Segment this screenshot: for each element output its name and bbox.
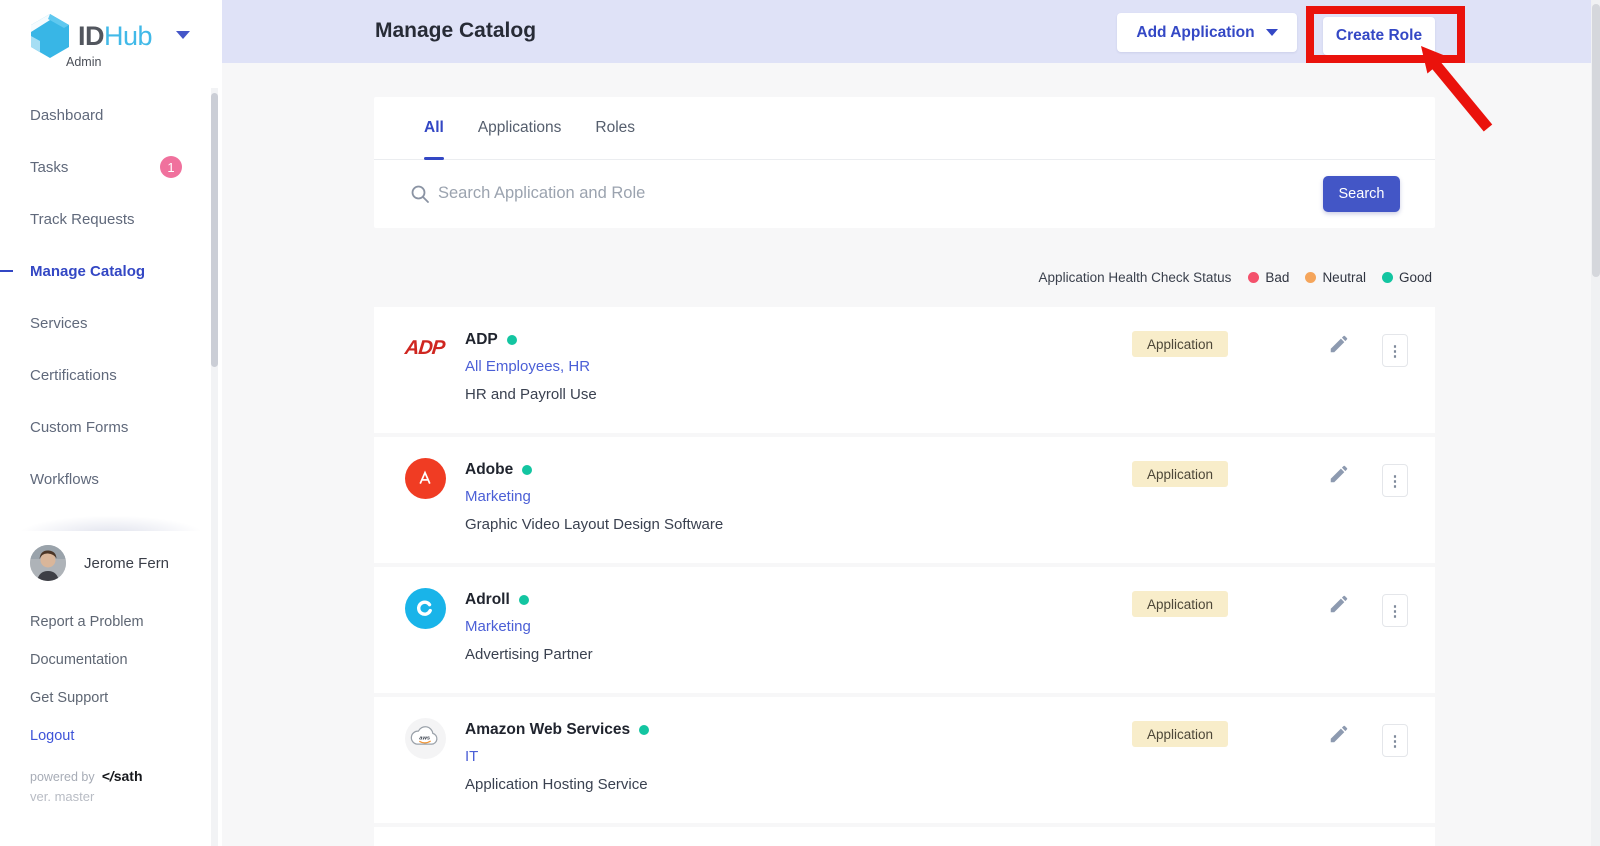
adroll-logo — [403, 586, 447, 630]
type-badge: Application — [1132, 721, 1228, 747]
sidebar-nav: Dashboard Tasks 1 Track Requests Manage … — [0, 89, 222, 505]
sidebar-item-track-requests[interactable]: Track Requests — [0, 193, 222, 245]
page-scrollbar-thumb[interactable] — [1592, 4, 1600, 277]
type-badge: Application — [1132, 461, 1228, 487]
edit-pencil-icon[interactable] — [1328, 463, 1350, 485]
application-row: Adroll Marketing Advertising Partner App… — [374, 567, 1435, 693]
application-list: ADP ADP All Employees, HR HR and Payroll… — [374, 307, 1435, 827]
application-row: Adobe Marketing Graphic Video Layout Des… — [374, 437, 1435, 563]
sidebar-item-dashboard[interactable]: Dashboard — [0, 89, 222, 141]
application-description: Advertising Partner — [465, 646, 593, 663]
aws-logo: aws — [403, 716, 447, 760]
application-name: ADP — [465, 331, 498, 349]
application-row: aws Amazon Web Services IT Application H… — [374, 697, 1435, 823]
application-row: ADP ADP All Employees, HR HR and Payroll… — [374, 307, 1435, 433]
application-groups-link[interactable]: All Employees, HR — [465, 358, 597, 375]
status-dot — [1305, 272, 1316, 283]
application-groups-link[interactable]: IT — [465, 748, 649, 765]
sidebar-item-manage-catalog[interactable]: Manage Catalog — [0, 245, 222, 297]
type-badge: Application — [1132, 331, 1228, 357]
health-status-dot — [519, 595, 529, 605]
page-title: Manage Catalog — [375, 19, 536, 43]
sath-logo: </sath — [102, 768, 143, 784]
sidebar-footer-link-logout[interactable]: Logout — [30, 717, 210, 755]
manage-catalog-page: IDHub Admin Dashboard Tasks 1 Track Requ… — [0, 0, 1600, 846]
health-status-dot — [522, 465, 532, 475]
status-dot — [1248, 272, 1259, 283]
sidebar-scrollbar-track[interactable] — [211, 88, 218, 846]
user-name: Jerome Fern — [84, 555, 169, 572]
health-status-dot — [639, 725, 649, 735]
kebab-menu-button[interactable]: ⋮ — [1382, 724, 1408, 757]
application-description: HR and Payroll Use — [465, 386, 597, 403]
sidebar-item-certifications[interactable]: Certifications — [0, 349, 222, 401]
powered-by-label: powered by — [30, 770, 95, 784]
user-profile[interactable]: Jerome Fern — [30, 545, 169, 581]
application-name: Adroll — [465, 591, 510, 609]
sidebar-footer-link-get-support[interactable]: Get Support — [30, 679, 210, 717]
create-role-button[interactable]: Create Role — [1323, 17, 1435, 55]
sidebar-footer-link-report-a-problem[interactable]: Report a Problem — [30, 603, 210, 641]
adobe-logo — [403, 456, 447, 500]
search-row: Search — [374, 160, 1435, 227]
sidebar: IDHub Admin Dashboard Tasks 1 Track Requ… — [0, 0, 222, 846]
svg-text:aws: aws — [419, 735, 430, 741]
chevron-down-icon — [1266, 29, 1278, 36]
version-label: ver. master — [30, 789, 94, 804]
application-name: Amazon Web Services — [465, 721, 630, 739]
application-groups-link[interactable]: Marketing — [465, 488, 723, 505]
edit-pencil-icon[interactable] — [1328, 333, 1350, 355]
legend-item: Neutral — [1305, 270, 1366, 285]
legend-item: Bad — [1248, 270, 1289, 285]
application-groups-link[interactable]: Marketing — [465, 618, 593, 635]
powered-by: powered by </sath — [30, 768, 143, 784]
legend-items: Bad Neutral Good — [1248, 270, 1432, 285]
avatar — [30, 545, 66, 581]
legend-item: Good — [1382, 270, 1432, 285]
sidebar-scrollbar-thumb[interactable] — [211, 93, 218, 367]
application-description: Application Hosting Service — [465, 776, 649, 793]
idhub-logo: IDHub — [28, 12, 152, 60]
count-badge: 1 — [160, 156, 182, 178]
adp-logo: ADP — [403, 326, 447, 370]
application-name: Adobe — [465, 461, 513, 479]
tab-all[interactable]: All — [424, 97, 444, 159]
idhub-wordmark: IDHub — [78, 21, 152, 52]
page-scrollbar-track[interactable] — [1591, 0, 1600, 846]
search-input[interactable] — [438, 184, 1138, 203]
workspace-caret-icon[interactable] — [176, 31, 190, 39]
kebab-menu-button[interactable]: ⋮ — [1382, 334, 1408, 367]
sidebar-item-custom-forms[interactable]: Custom Forms — [0, 401, 222, 453]
application-description: Graphic Video Layout Design Software — [465, 516, 723, 533]
tab-roles[interactable]: Roles — [595, 97, 635, 159]
edit-pencil-icon[interactable] — [1328, 723, 1350, 745]
edit-pencil-icon[interactable] — [1328, 593, 1350, 615]
list-row-partial — [374, 827, 1435, 846]
idhub-hexagon-icon — [28, 12, 72, 60]
sidebar-footer-links: Report a Problem Documentation Get Suppo… — [30, 603, 210, 755]
catalog-tabs: All Applications Roles — [374, 97, 1435, 160]
kebab-menu-button[interactable]: ⋮ — [1382, 464, 1408, 497]
health-check-legend: Application Health Check Status Bad Neut… — [374, 270, 1432, 285]
legend-title: Application Health Check Status — [1039, 270, 1232, 285]
catalog-toolbar-card: All Applications Roles Search — [374, 97, 1435, 228]
workspace-subtitle: Admin — [66, 55, 101, 69]
sidebar-shadow-divider — [0, 503, 222, 531]
health-status-dot — [507, 335, 517, 345]
tab-applications[interactable]: Applications — [478, 97, 562, 159]
sidebar-item-tasks[interactable]: Tasks 1 — [0, 141, 222, 193]
kebab-menu-button[interactable]: ⋮ — [1382, 594, 1408, 627]
search-icon — [410, 184, 430, 204]
search-button[interactable]: Search — [1323, 176, 1400, 212]
status-dot — [1382, 272, 1393, 283]
sidebar-item-workflows[interactable]: Workflows — [0, 453, 222, 505]
sidebar-footer-link-documentation[interactable]: Documentation — [30, 641, 210, 679]
type-badge: Application — [1132, 591, 1228, 617]
add-application-button[interactable]: Add Application — [1117, 13, 1297, 52]
sidebar-item-services[interactable]: Services — [0, 297, 222, 349]
